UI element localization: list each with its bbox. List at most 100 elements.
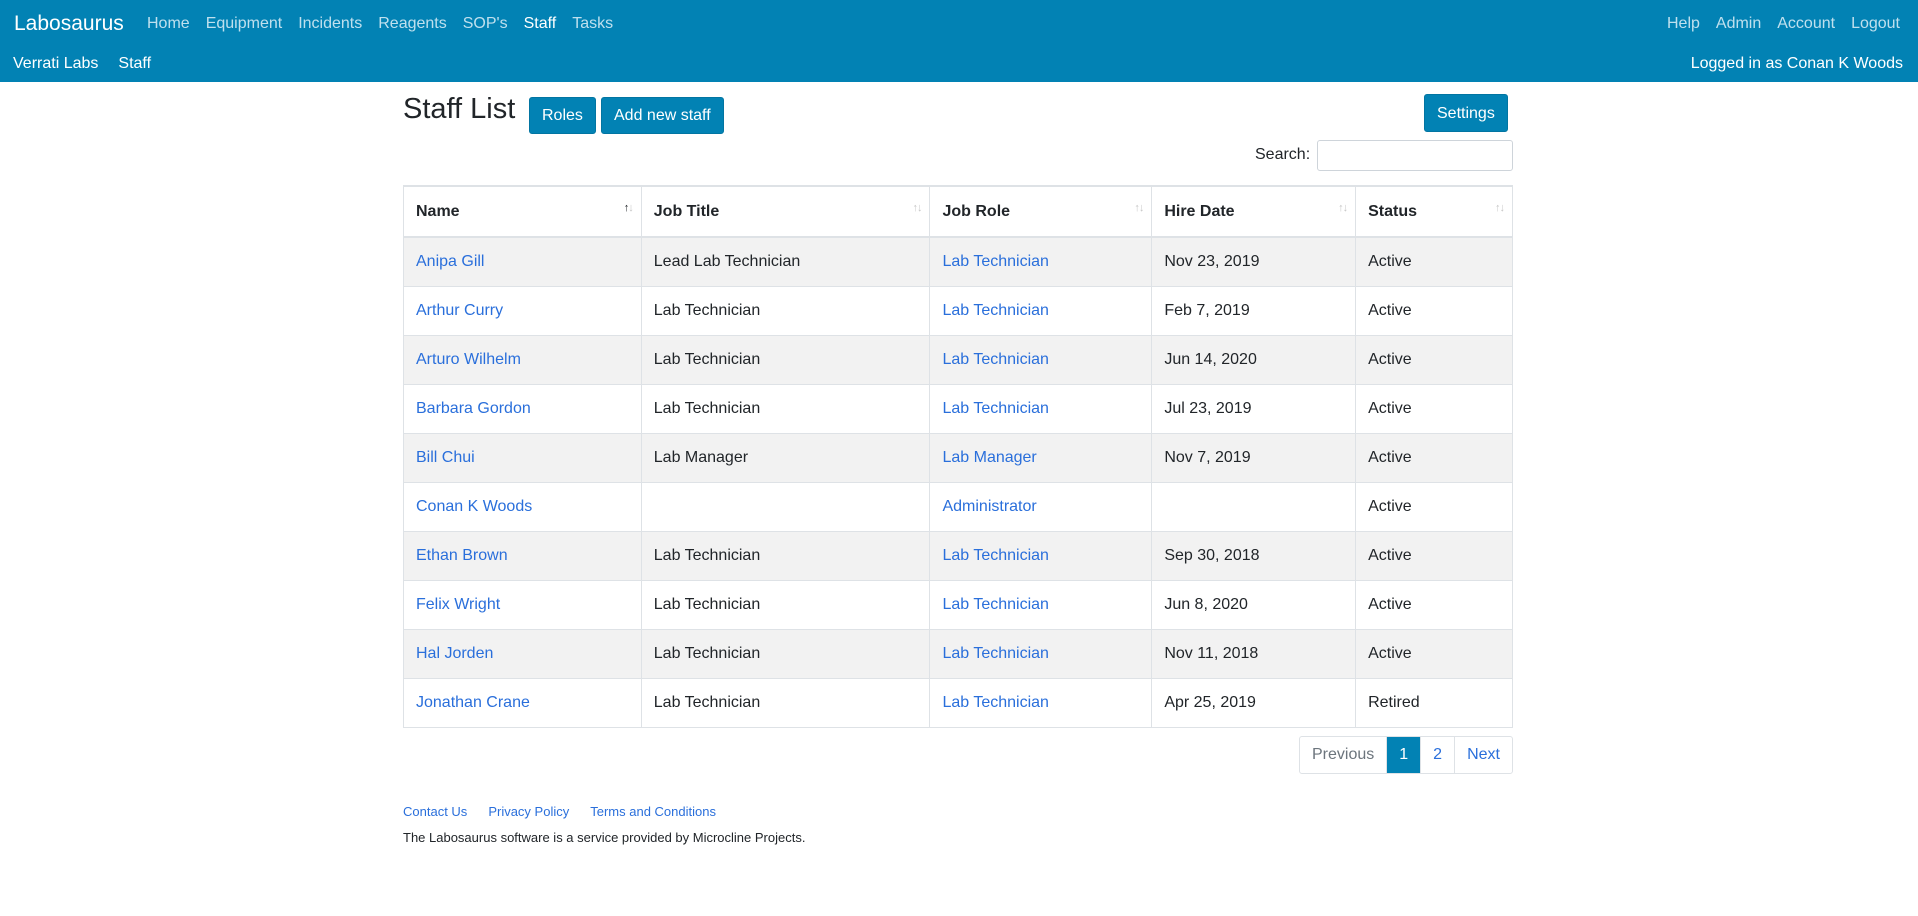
column-header-hire-date[interactable]: Hire Date ↑↓ [1151,185,1357,238]
settings-button[interactable]: Settings [1424,94,1508,132]
pagination-next[interactable]: Next [1454,737,1512,773]
staff-name-link[interactable]: Arthur Curry [416,302,503,319]
status-cell: Active [1368,546,1412,564]
staff-name-link[interactable]: Conan K Woods [416,498,532,515]
table-cell: Active [1355,236,1513,287]
nav-item-home[interactable]: Home [147,15,190,33]
hire-date-cell: Nov 23, 2019 [1164,252,1260,270]
nav-item-tasks[interactable]: Tasks [572,15,613,33]
nav-item-incidents[interactable]: Incidents [298,15,362,33]
job-role-link[interactable]: Administrator [942,498,1036,515]
table-row: Jonathan Crane Lab Technician Lab Technici… [403,677,1513,728]
job-role-link[interactable]: Lab Manager [942,449,1036,466]
nav-item-equipment[interactable]: Equipment [206,15,283,33]
table-cell: Felix Wright [403,579,642,630]
column-header-job-role[interactable]: Job Role ↑↓ [929,185,1153,238]
sort-icon: ↑↓ [1134,202,1144,214]
staff-name-link[interactable]: Hal Jorden [416,645,493,662]
breadcrumb-item-staff[interactable]: Staff [118,55,151,73]
job-title-cell: Lab Manager [653,448,749,466]
table-cell: Ethan Brown [403,530,642,581]
table-cell: Active [1355,383,1513,434]
nav-item-account[interactable]: Account [1777,15,1835,33]
column-header-job-title[interactable]: Job Title ↑↓ [640,185,931,238]
staff-name-link[interactable]: Felix Wright [416,596,500,613]
pagination-previous[interactable]: Previous [1300,737,1386,773]
footer-privacy-link[interactable]: Privacy Policy [488,804,569,819]
job-role-link[interactable]: Lab Technician [942,596,1048,613]
hire-date-cell: Nov 7, 2019 [1164,448,1251,466]
table-row: Felix Wright Lab Technician Lab Technician… [403,579,1513,630]
search-input[interactable] [1317,140,1513,171]
table-cell: Nov 11, 2018 [1151,628,1357,679]
staff-name-link[interactable]: Jonathan Crane [416,694,530,711]
table-cell: Lab Manager [929,432,1153,483]
job-role-link[interactable]: Lab Technician [942,253,1048,270]
column-header-status[interactable]: Status ↑↓ [1355,185,1513,238]
nav-item-logout[interactable]: Logout [1851,15,1900,33]
job-title-cell: Lab Technician [653,693,761,711]
table-cell: Lab Technician [929,530,1153,581]
job-role-link[interactable]: Lab Technician [942,547,1048,564]
table-cell: Nov 23, 2019 [1151,236,1357,287]
nav-item-reagents[interactable]: Reagents [378,15,447,33]
table-cell: Lab Manager [640,432,931,483]
table-cell: Barbara Gordon [403,383,642,434]
table-cell: Feb 7, 2019 [1151,285,1357,336]
footer-note: The Labosaurus software is a service pro… [403,830,806,845]
job-role-link[interactable]: Lab Technician [942,645,1048,662]
sort-ascending-icon: ↑↓ [623,202,634,214]
table-cell: Retired [1355,677,1513,728]
job-title-cell: Lead Lab Technician [653,252,801,270]
job-role-link[interactable]: Lab Technician [942,400,1048,417]
hire-date-cell: Jun 14, 2020 [1164,350,1257,368]
staff-name-link[interactable]: Barbara Gordon [416,400,531,417]
roles-button[interactable]: Roles [529,97,596,134]
page-title: Staff List [403,93,516,125]
table-row: Bill Chui Lab Manager Lab Manager Nov 7, 20… [403,432,1513,483]
staff-name-link[interactable]: Anipa Gill [416,253,484,270]
table-cell: Bill Chui [403,432,642,483]
status-cell: Active [1368,595,1412,613]
staff-name-link[interactable]: Bill Chui [416,449,475,466]
table-cell [640,481,931,532]
main-nav: Home Equipment Incidents Reagents SOP's … [147,15,629,33]
footer-contact-link[interactable]: Contact Us [403,804,467,819]
table-row: Ethan Brown Lab Technician Lab Technician S… [403,530,1513,581]
table-row: Arthur Curry Lab Technician Lab Technician… [403,285,1513,336]
column-header-name[interactable]: Name ↑↓ [403,185,642,238]
job-role-link[interactable]: Lab Technician [942,302,1048,319]
table-cell: Conan K Woods [403,481,642,532]
pagination-page-1[interactable]: 1 [1386,737,1421,773]
table-cell: Administrator [929,481,1153,532]
nav-item-staff[interactable]: Staff [524,15,557,33]
staff-name-link[interactable]: Ethan Brown [416,547,508,564]
nav-item-help[interactable]: Help [1667,15,1700,33]
job-role-link[interactable]: Lab Technician [942,351,1048,368]
footer-links: Contact Us Privacy Policy Terms and Cond… [403,804,737,819]
table-cell: Jun 8, 2020 [1151,579,1357,630]
table-cell: Nov 7, 2019 [1151,432,1357,483]
table-cell: Lab Technician [640,628,931,679]
table-cell: Lab Technician [929,579,1153,630]
table-cell: Active [1355,334,1513,385]
table-cell: Lab Technician [929,628,1153,679]
brand-link[interactable]: Labosaurus [14,12,124,36]
table-cell: Active [1355,628,1513,679]
breadcrumb-item-lab[interactable]: Verrati Labs [13,55,98,73]
job-role-link[interactable]: Lab Technician [942,694,1048,711]
hire-date-cell: Jun 8, 2020 [1164,595,1248,613]
staff-name-link[interactable]: Arturo Wilhelm [416,351,521,368]
pagination-page-2[interactable]: 2 [1420,737,1454,773]
job-title-cell: Lab Technician [653,546,761,564]
add-new-staff-button[interactable]: Add new staff [601,97,724,134]
table-cell: Lab Technician [640,334,931,385]
job-title-cell: Lab Technician [653,301,761,319]
nav-item-sops[interactable]: SOP's [463,15,508,33]
footer-terms-link[interactable]: Terms and Conditions [590,804,716,819]
table-cell: Active [1355,530,1513,581]
table-cell: Sep 30, 2018 [1151,530,1357,581]
table-cell: Anipa Gill [403,236,642,287]
table-cell: Jonathan Crane [403,677,642,728]
nav-item-admin[interactable]: Admin [1716,15,1761,33]
